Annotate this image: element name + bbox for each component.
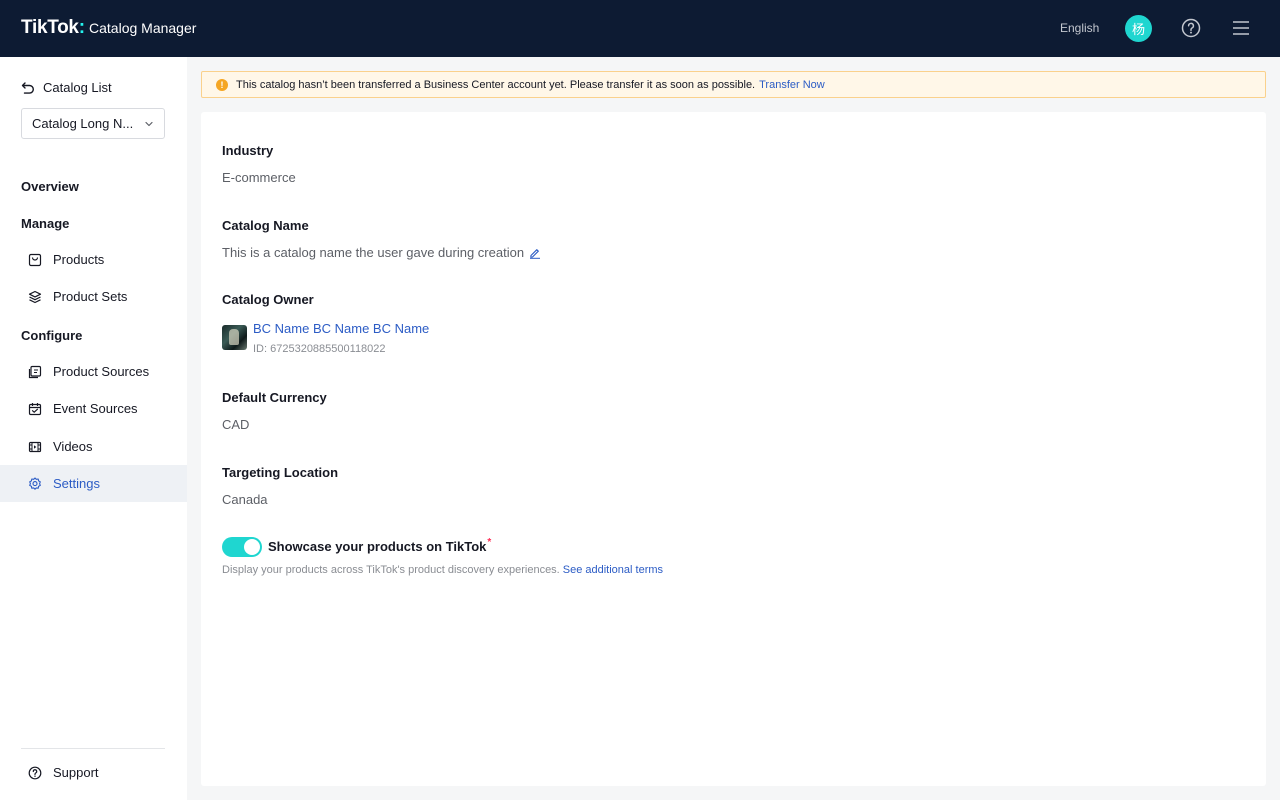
sidebar-item-product-sets[interactable]: Product Sets — [0, 278, 187, 315]
showcase-desc-text: Display your products across TikTok's pr… — [222, 564, 560, 576]
gear-icon — [29, 476, 41, 490]
sidebar: Catalog List Catalog Long N... Overview … — [0, 57, 187, 800]
catalog-name-row: This is a catalog name the user gave dur… — [222, 245, 541, 260]
back-arrow-icon — [21, 81, 34, 94]
logo-brand: TikTok — [21, 17, 79, 38]
menu-icon[interactable] — [1232, 19, 1250, 37]
owner-id: ID: 6725320885500118022 — [253, 343, 386, 355]
showcase-label-text: Showcase your products on TikTok — [268, 539, 487, 554]
products-icon — [28, 253, 42, 266]
calendar-icon — [28, 402, 42, 415]
user-avatar[interactable]: 杨 — [1125, 15, 1152, 42]
sidebar-item-product-sources[interactable]: Product Sources — [0, 353, 187, 390]
showcase-description: Display your products across TikTok's pr… — [222, 564, 663, 576]
catalog-name-label: Catalog Name — [222, 218, 309, 233]
video-icon — [28, 441, 42, 452]
sidebar-item-videos[interactable]: Videos — [0, 428, 187, 465]
sidebar-divider — [21, 748, 165, 749]
configure-heading: Configure — [21, 328, 83, 343]
layers-icon — [28, 290, 42, 303]
catalog-owner-label: Catalog Owner — [222, 292, 314, 307]
logo-product-name: Catalog Manager — [89, 20, 197, 36]
sidebar-item-settings[interactable]: Settings — [0, 465, 187, 502]
additional-terms-link[interactable]: See additional terms — [563, 564, 663, 576]
back-link-label: Catalog List — [43, 80, 112, 95]
catalog-select[interactable]: Catalog Long N... — [21, 108, 165, 139]
sidebar-item-label: Product Sources — [53, 364, 150, 379]
transfer-now-link[interactable]: Transfer Now — [759, 79, 825, 91]
support-link[interactable]: Support — [28, 765, 99, 780]
banner-message: This catalog hasn’t been transferred a B… — [236, 78, 756, 91]
showcase-label: Showcase your products on TikTok* — [268, 537, 492, 554]
owner-name-link[interactable]: BC Name BC Name BC Name — [253, 321, 429, 337]
catalog-select-value: Catalog Long N... — [32, 116, 134, 131]
chevron-down-icon — [145, 121, 153, 126]
support-label: Support — [53, 765, 99, 780]
manage-heading: Manage — [21, 216, 70, 231]
targeting-location-label: Targeting Location — [222, 465, 339, 480]
toggle-knob — [244, 539, 260, 555]
catalog-list-back-link[interactable]: Catalog List — [21, 80, 112, 95]
sidebar-item-products[interactable]: Products — [0, 241, 187, 278]
sidebar-item-event-sources[interactable]: Event Sources — [0, 390, 187, 427]
catalog-owner: BC Name BC Name BC Name ID: 672532088550… — [222, 321, 429, 355]
help-icon[interactable] — [1181, 18, 1201, 38]
edit-icon[interactable] — [529, 247, 541, 259]
showcase-toggle[interactable] — [222, 537, 262, 557]
required-mark: * — [487, 537, 492, 548]
product-sources-icon — [28, 365, 42, 378]
help-icon — [28, 766, 42, 779]
top-header: TikTok : Catalog Manager English 杨 — [0, 0, 1280, 57]
sidebar-item-label: Settings — [53, 476, 100, 491]
sidebar-item-label: Videos — [53, 439, 93, 454]
default-currency-label: Default Currency — [222, 390, 327, 405]
sidebar-item-label: Products — [53, 252, 105, 267]
language-selector[interactable]: English — [1060, 21, 1099, 35]
industry-value: E-commerce — [222, 170, 296, 185]
sidebar-item-label: Product Sets — [53, 289, 128, 304]
catalog-name-value: This is a catalog name the user gave dur… — [222, 245, 525, 260]
owner-avatar — [222, 325, 247, 350]
logo-colon: : — [78, 17, 86, 38]
warning-icon: ! — [216, 78, 228, 91]
industry-label: Industry — [222, 143, 274, 158]
transfer-warning-banner: ! This catalog hasn’t been transferred a… — [201, 71, 1266, 98]
default-currency-value: CAD — [222, 417, 250, 432]
sidebar-item-label: Event Sources — [53, 401, 138, 416]
tiktok-logo[interactable]: TikTok : Catalog Manager — [21, 17, 196, 39]
sidebar-item-overview[interactable]: Overview — [21, 179, 79, 194]
settings-card: Industry E-commerce Catalog Name This is… — [201, 112, 1266, 786]
targeting-location-value: Canada — [222, 492, 268, 507]
